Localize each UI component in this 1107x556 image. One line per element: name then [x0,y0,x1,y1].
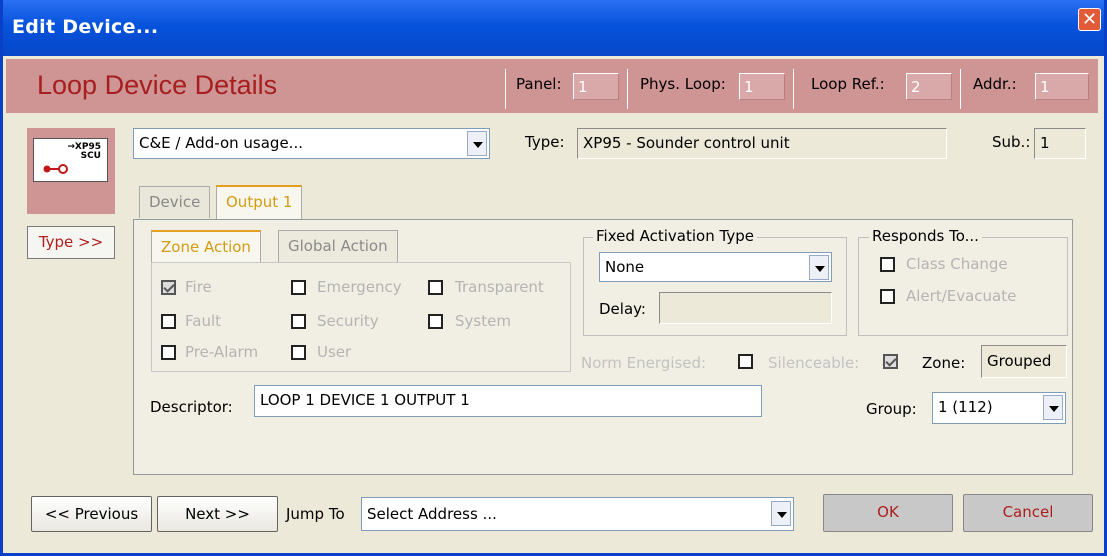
loop-ref-label: Loop Ref.: [811,75,885,93]
phys-loop-label: Phys. Loop: [640,75,726,93]
group-dropdown[interactable]: 1 (112) [932,392,1066,424]
class-change-label: Class Change [906,255,1008,273]
transparent-checkbox[interactable] [428,280,443,295]
fault-label: Fault [185,312,221,330]
panel-label: Panel: [516,75,562,93]
fault-checkbox[interactable] [161,314,176,329]
alert-evacuate-checkbox[interactable] [880,289,895,304]
close-icon: ✕ [1081,9,1098,30]
output-connector-icon [43,164,68,174]
type-label: Type: [525,133,565,151]
silenceable-label: Silenceable: [768,354,860,372]
tab-device[interactable]: Device [139,186,211,218]
transparent-label: Transparent [455,278,544,296]
pre-alarm-checkbox[interactable] [161,345,176,360]
pre-alarm-label: Pre-Alarm [185,343,259,361]
previous-button[interactable]: << Previous [31,496,152,532]
sub-field: 1 [1034,128,1086,159]
device-type-icon: →XP95 SCU [27,128,115,214]
fire-checkbox[interactable] [161,280,176,295]
jump-to-value: Select Address ... [367,505,497,523]
norm-energised-label: Norm Energised: [581,354,707,372]
header-divider [627,69,628,109]
chevron-down-icon[interactable] [467,131,487,156]
addr-label: Addr.: [973,75,1017,93]
norm-energised-checkbox[interactable] [738,354,753,369]
class-change-checkbox[interactable] [880,257,895,272]
jump-to-label: Jump To [286,505,345,523]
system-label: System [455,312,511,330]
chevron-down-icon[interactable] [809,255,829,280]
chevron-down-icon[interactable] [1043,395,1063,420]
emergency-checkbox[interactable] [291,280,306,295]
sounder-control-unit-icon: →XP95 SCU [33,138,108,182]
header-divider [505,69,506,109]
descriptor-input[interactable]: LOOP 1 DEVICE 1 OUTPUT 1 [254,385,762,417]
panel-field: 1 [573,73,619,100]
cancel-button[interactable]: Cancel [963,494,1093,532]
icon-caption-line2: SCU [80,151,101,161]
type-button[interactable]: Type >> [27,226,115,259]
system-checkbox[interactable] [428,314,443,329]
fixed-activation-label: Fixed Activation Type [593,227,757,245]
group-label: Group: [866,400,917,418]
next-button[interactable]: Next >> [157,496,278,532]
loop-device-header: Loop Device Details Panel: 1 Phys. Loop:… [6,59,1098,113]
emergency-label: Emergency [317,278,402,296]
delay-field[interactable] [659,292,832,324]
jump-to-dropdown[interactable]: Select Address ... [361,497,794,531]
descriptor-value: LOOP 1 DEVICE 1 OUTPUT 1 [260,391,470,409]
fixed-activation-value: None [605,258,645,276]
close-button[interactable]: ✕ [1078,8,1101,31]
header-divider [793,69,794,109]
header-divider [960,69,961,109]
usage-dropdown[interactable]: C&E / Add-on usage... [133,128,490,159]
group-dropdown-value: 1 (112) [938,398,993,416]
silenceable-checkbox[interactable] [883,354,898,369]
tab-global-action[interactable]: Global Action [278,230,398,262]
zone-label: Zone: [922,354,966,372]
page-title: Loop Device Details [37,70,278,100]
fixed-activation-dropdown[interactable]: None [599,252,832,282]
delay-label: Delay: [599,300,646,318]
window-title: Edit Device... [12,16,159,38]
descriptor-label: Descriptor: [150,398,233,416]
sub-label: Sub.: [992,133,1031,151]
security-checkbox[interactable] [291,314,306,329]
tab-output-1[interactable]: Output 1 [216,185,303,219]
zone-field: Grouped [981,345,1067,378]
chevron-down-icon[interactable] [771,501,791,526]
title-bar[interactable]: Edit Device... ✕ [3,0,1104,56]
type-field: XP95 - Sounder control unit [577,128,947,159]
responds-to-label: Responds To... [869,227,982,245]
user-checkbox[interactable] [291,345,306,360]
loop-ref-field: 2 [906,73,952,100]
phys-loop-field: 1 [739,73,785,100]
user-label: User [317,343,352,361]
fire-label: Fire [185,278,212,296]
tab-zone-action[interactable]: Zone Action [151,230,261,263]
edit-device-dialog: Edit Device... ✕ Loop Device Details Pan… [0,0,1107,556]
ok-button[interactable]: OK [823,494,953,532]
security-label: Security [317,312,379,330]
usage-dropdown-value: C&E / Add-on usage... [139,134,303,152]
addr-field: 1 [1035,73,1089,100]
alert-evacuate-label: Alert/Evacuate [906,287,1017,305]
